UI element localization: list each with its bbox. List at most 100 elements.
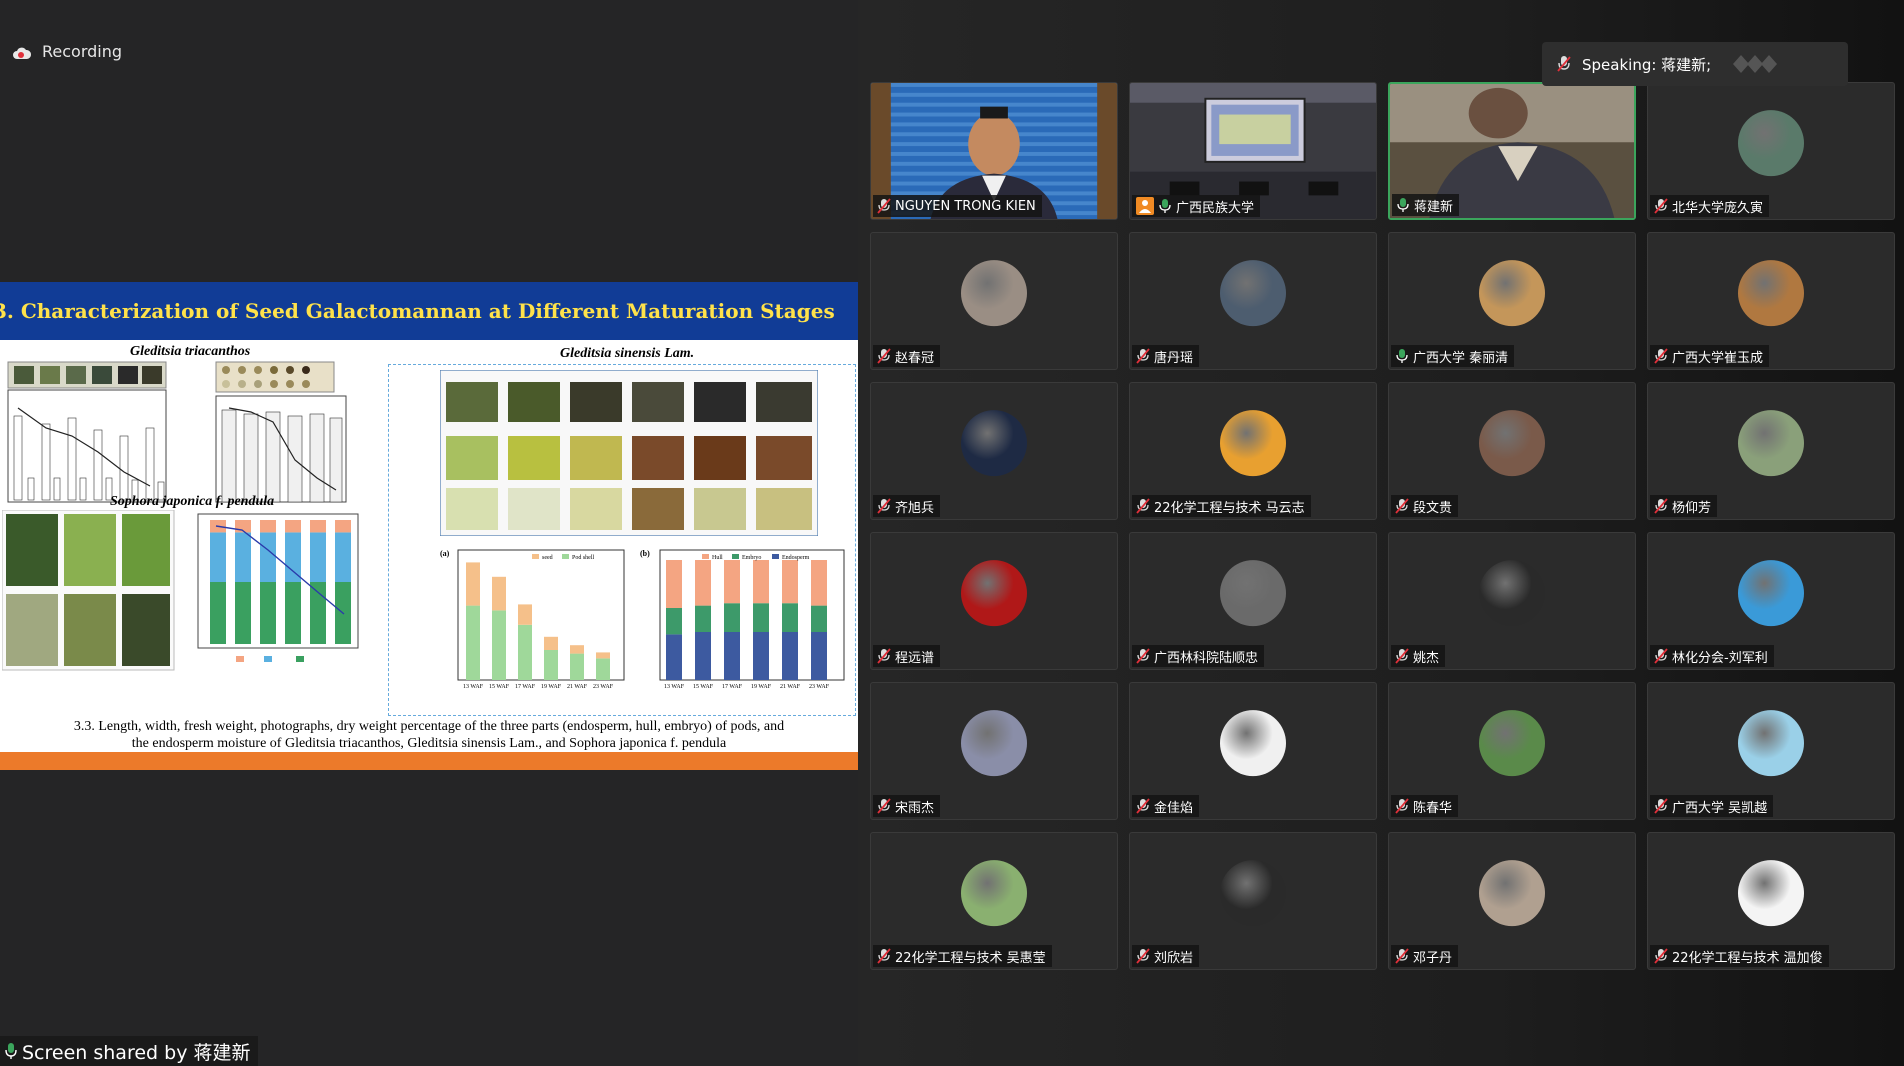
participant-name-bar: 蒋建新 — [1392, 194, 1460, 216]
svg-text:Pod shell: Pod shell — [572, 555, 595, 561]
participant-tile[interactable]: 邓子丹 — [1388, 832, 1636, 970]
sophora-bar-segment — [210, 582, 226, 644]
screen-share-indicator[interactable]: Screen shared by 蒋建新 — [0, 1036, 259, 1066]
participant-tile[interactable]: 金佳焰 — [1129, 682, 1377, 820]
participant-name-bar: 段文贵 — [1391, 495, 1459, 517]
participant-name: 广西大学 吴凯越 — [1672, 800, 1768, 816]
participant-name-bar: 广西林科院陆顺忠 — [1132, 645, 1265, 667]
avatar — [1738, 560, 1804, 627]
avatar — [961, 260, 1027, 327]
participant-name: 22化学工程与技术 马云志 — [1154, 500, 1305, 516]
svg-text:Endosperm: Endosperm — [782, 555, 810, 561]
svg-text:(a): (a) — [440, 549, 450, 558]
participant-tile[interactable]: 陈春华 — [1388, 682, 1636, 820]
caption-line-1: 3.3. Length, width, fresh weight, photog… — [73, 719, 785, 734]
muted-mic-icon — [1395, 498, 1409, 514]
muted-mic-icon — [1556, 55, 1572, 73]
muted-mic-icon — [1654, 198, 1668, 214]
panel-b-title: Sophora japonica f. pendula — [110, 494, 275, 509]
participant-tile[interactable]: 唐丹瑶 — [1129, 232, 1377, 370]
participant-tile[interactable]: 姚杰 — [1388, 532, 1636, 670]
presentation-slide: 3. Characterization of Seed Galactomanna… — [0, 282, 858, 770]
participant-name-bar: 金佳焰 — [1132, 795, 1200, 817]
participant-tile[interactable]: 广西林科院陆顺忠 — [1129, 532, 1377, 670]
seed-bar — [570, 645, 584, 654]
hull-bar — [695, 560, 711, 606]
participant-name: 广西民族大学 — [1176, 200, 1255, 216]
participant-name-bar: 宋雨杰 — [873, 795, 941, 817]
participant-name-bar: 陈春华 — [1391, 795, 1459, 817]
sophora-bar-segment — [310, 582, 326, 644]
sophora-bar-segment — [335, 520, 351, 533]
participant-tile[interactable]: 齐旭兵 — [870, 382, 1118, 520]
avatar — [1220, 260, 1286, 327]
participant-tile[interactable]: 程远谱 — [870, 532, 1118, 670]
participant-tile[interactable]: 22化学工程与技术 马云志 — [1129, 382, 1377, 520]
svg-text:Hull: Hull — [712, 555, 723, 561]
participant-tile[interactable]: 蒋建新 — [1388, 82, 1636, 220]
pod-shell-bar — [518, 624, 532, 680]
participant-name-bar: 广西大学 吴凯越 — [1650, 795, 1774, 817]
participant-tile[interactable]: 刘欣岩 — [1129, 832, 1377, 970]
muted-mic-icon — [1136, 798, 1150, 814]
participant-name-bar: 广西大学崔玉成 — [1650, 345, 1770, 367]
sophora-bar-segment — [285, 520, 301, 533]
participant-name-bar: 刘欣岩 — [1132, 945, 1200, 967]
participant-tile[interactable]: 林化分会-刘军利 — [1647, 532, 1895, 670]
avatar — [961, 560, 1027, 627]
avatar — [1479, 560, 1545, 627]
hull-bar — [666, 560, 682, 608]
muted-mic-icon — [1654, 648, 1668, 664]
pod-shell-bar — [466, 605, 480, 680]
svg-text:23 WAF: 23 WAF — [809, 684, 830, 690]
participant-tile[interactable]: 赵春冠 — [870, 232, 1118, 370]
participant-name: 宋雨杰 — [895, 800, 935, 816]
avatar — [1220, 410, 1286, 477]
participant-tile[interactable]: 广西大学 吴凯越 — [1647, 682, 1895, 820]
muted-mic-icon — [1654, 798, 1668, 814]
sophora-bar-segment — [310, 520, 326, 533]
legend-swatch-pod — [562, 554, 569, 559]
muted-mic-icon — [877, 498, 891, 514]
shared-screen-area: Recording 3. Characterization of Seed Ga… — [0, 0, 858, 1066]
pod-shell-bar — [596, 658, 610, 680]
participant-tile[interactable]: 宋雨杰 — [870, 682, 1118, 820]
muted-mic-icon — [877, 648, 891, 664]
participant-name-bar: 程远谱 — [873, 645, 941, 667]
participant-tile[interactable]: 段文贵 — [1388, 382, 1636, 520]
sophora-bar-segment — [235, 532, 251, 582]
participant-tile[interactable]: 22化学工程与技术 吴惠莹 — [870, 832, 1118, 970]
participant-tile[interactable]: NGUYEN TRONG KIEN — [870, 82, 1118, 220]
participant-tile[interactable]: 广西大学崔玉成 — [1647, 232, 1895, 370]
participant-tile[interactable]: 杨仰芳 — [1647, 382, 1895, 520]
participant-tile[interactable]: 广西民族大学 — [1129, 82, 1377, 220]
avatar — [1479, 260, 1545, 327]
muted-mic-icon — [1136, 648, 1150, 664]
participant-tile[interactable]: 22化学工程与技术 温加俊 — [1647, 832, 1895, 970]
muted-mic-icon — [1395, 648, 1409, 664]
sophora-bar-segment — [285, 532, 301, 582]
participant-name: 22化学工程与技术 吴惠莹 — [895, 950, 1046, 966]
muted-mic-icon — [1136, 348, 1150, 364]
participant-name: 22化学工程与技术 温加俊 — [1672, 950, 1823, 966]
recording-indicator[interactable]: Recording — [12, 42, 122, 61]
speaker-thumbnail-icon — [1727, 51, 1787, 77]
mic-icon — [1395, 348, 1409, 364]
sophora-bar-segment — [335, 532, 351, 582]
sophora-bar-segment — [260, 532, 276, 582]
avatar — [961, 860, 1027, 927]
muted-mic-icon — [1136, 948, 1150, 964]
participant-name: NGUYEN TRONG KIEN — [895, 198, 1036, 214]
hull-bar — [753, 560, 769, 604]
participant-name: 程远谱 — [895, 650, 935, 666]
recording-label: Recording — [42, 42, 123, 61]
svg-text:13 WAF: 13 WAF — [664, 684, 685, 690]
endosperm-bar — [782, 632, 798, 680]
participant-name-bar: 杨仰芳 — [1650, 495, 1718, 517]
pod-shell-bar — [570, 653, 584, 680]
participant-name-bar: 广西民族大学 — [1132, 195, 1261, 217]
participant-tile[interactable]: 北华大学庞久寅 — [1647, 82, 1895, 220]
participant-tile[interactable]: 广西大学 秦丽清 — [1388, 232, 1636, 370]
endosperm-bar — [811, 632, 827, 680]
participant-name: 齐旭兵 — [895, 500, 935, 516]
